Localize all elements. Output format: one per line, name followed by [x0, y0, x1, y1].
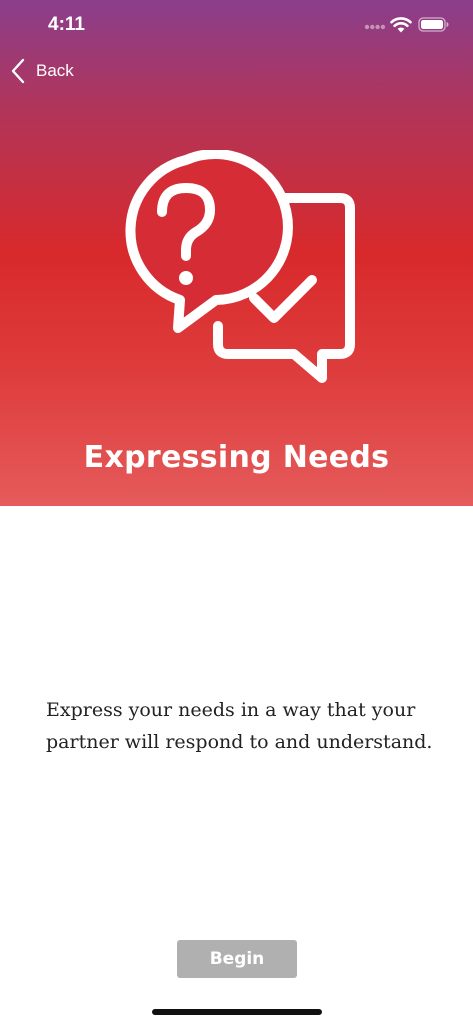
back-label: Back — [36, 61, 74, 80]
cellular-signal-icon — [364, 24, 386, 30]
page-title: Expressing Needs — [83, 440, 390, 475]
home-indicator — [152, 1009, 322, 1015]
battery-icon — [418, 17, 449, 32]
begin-button[interactable]: Begin — [177, 940, 297, 978]
back-button[interactable]: Back — [10, 56, 74, 86]
screen: 4:11 Back Expressing Needs Express your … — [0, 0, 473, 1024]
wifi-icon — [390, 17, 412, 33]
description-text: Express your needs in a way that your pa… — [46, 699, 433, 753]
chevron-left-icon — [11, 58, 25, 84]
status-bar: 4:11 — [0, 0, 473, 50]
hero-banner: 4:11 Back Expressing Needs — [0, 0, 473, 506]
status-time: 4:11 — [48, 14, 85, 35]
question-and-check-speech-bubbles-icon — [125, 150, 355, 383]
